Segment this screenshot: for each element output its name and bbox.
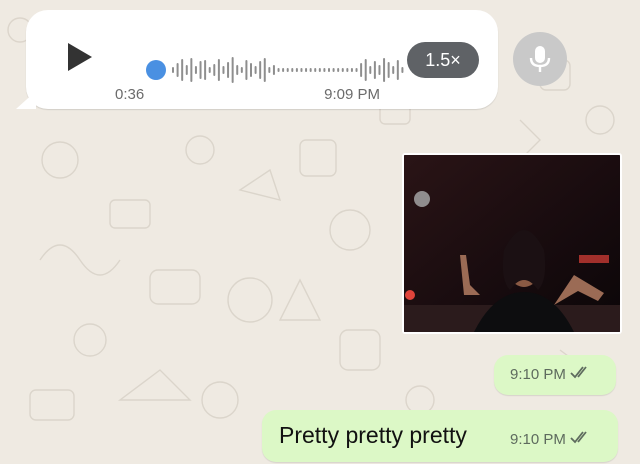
voice-waveform[interactable] — [144, 50, 408, 90]
image-message[interactable] — [402, 153, 622, 334]
video-thumbnail — [404, 155, 620, 332]
waveform-bar — [401, 67, 404, 73]
waveform-bar — [309, 68, 312, 72]
waveform-bar — [194, 66, 197, 74]
waveform-bar — [245, 60, 248, 80]
outgoing-text-message: Pretty pretty pretty 9:10 PM — [262, 410, 618, 462]
waveform-bar — [341, 68, 344, 72]
waveform-bar — [332, 68, 335, 72]
waveform-bar — [227, 62, 230, 78]
playback-progress-knob[interactable] — [146, 60, 166, 80]
waveform-bar — [350, 68, 353, 72]
waveform-bar — [286, 68, 289, 72]
waveform-bar — [392, 66, 395, 74]
waveform-bar — [204, 60, 207, 80]
waveform-bar — [185, 65, 188, 75]
waveform-bar — [373, 61, 376, 79]
double-check-icon — [570, 430, 592, 449]
waveform-bar — [323, 68, 326, 72]
waveform-bar — [355, 68, 358, 72]
outgoing-message: 9:10 PM — [494, 355, 616, 395]
voice-timestamp: 9:09 PM — [324, 86, 380, 103]
waveform-bar — [199, 61, 202, 79]
waveform-bar — [295, 68, 298, 72]
waveform-bar — [282, 68, 285, 72]
waveform-bar — [208, 67, 211, 73]
waveform-bar — [360, 63, 363, 77]
waveform-bar — [291, 68, 294, 72]
waveform-bar — [378, 65, 381, 75]
waveform-bar — [213, 64, 216, 76]
waveform-bar — [383, 58, 386, 82]
waveform-bar — [254, 66, 257, 74]
waveform-bar — [272, 65, 275, 75]
play-icon — [68, 43, 92, 71]
waveform-bar — [300, 68, 303, 72]
waveform-bar — [236, 65, 239, 75]
waveform-bar — [387, 62, 390, 78]
waveform-bar — [240, 67, 243, 73]
waveform-bar — [346, 68, 349, 72]
microphone-icon — [529, 46, 551, 72]
waveform-bar — [396, 60, 399, 80]
waveform-bar — [318, 68, 321, 72]
message-timestamp: 9:10 PM — [510, 366, 566, 383]
waveform-bar — [305, 68, 308, 72]
waveform-bar — [364, 59, 367, 81]
waveform-bar — [263, 58, 266, 82]
message-text: Pretty pretty pretty — [279, 422, 467, 448]
waveform-bar — [259, 61, 262, 79]
waveform-bar — [222, 66, 225, 74]
waveform-bar — [217, 59, 220, 81]
message-timestamp: 9:10 PM — [510, 431, 566, 448]
voice-message-bubble: 0:36 9:09 PM 1.5× — [26, 10, 498, 109]
double-check-icon — [570, 365, 592, 384]
waveform-bar — [268, 67, 271, 73]
waveform-bar — [250, 63, 252, 77]
microphone-button[interactable] — [513, 32, 567, 86]
waveform-bar — [277, 68, 280, 72]
waveform-bar — [190, 58, 193, 82]
waveform-bar — [231, 57, 234, 83]
waveform-bar — [337, 68, 340, 72]
voice-duration: 0:36 — [115, 86, 145, 103]
waveform-bar — [328, 68, 330, 72]
waveform-bar — [172, 67, 174, 73]
waveform-bar — [176, 63, 179, 77]
waveform-bar — [181, 59, 184, 81]
waveform-bar — [369, 66, 372, 74]
playback-speed-button[interactable]: 1.5× — [407, 42, 479, 78]
waveform-bar — [314, 68, 317, 72]
play-button[interactable] — [62, 40, 96, 74]
